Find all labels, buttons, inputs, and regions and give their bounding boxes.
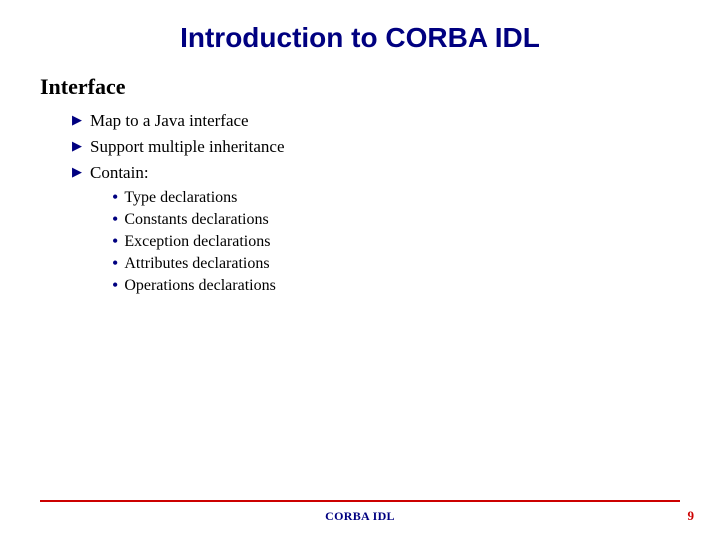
slide-title: Introduction to CORBA IDL <box>0 0 720 54</box>
list-item: ▶ Contain: <box>72 162 680 184</box>
level2-list: • Type declarations • Constants declarat… <box>112 188 680 296</box>
list-item: ▶ Map to a Java interface <box>72 110 680 132</box>
dot-bullet-icon: • <box>112 210 118 228</box>
triangle-bullet-icon: ▶ <box>72 110 82 130</box>
dot-bullet-icon: • <box>112 232 118 250</box>
dot-bullet-icon: • <box>112 254 118 272</box>
list-item: • Type declarations <box>112 188 680 208</box>
list-item-text: Map to a Java interface <box>90 110 249 132</box>
triangle-bullet-icon: ▶ <box>72 162 82 182</box>
triangle-bullet-icon: ▶ <box>72 136 82 156</box>
footer-label: CORBA IDL <box>0 509 720 524</box>
dot-bullet-icon: • <box>112 276 118 294</box>
content-area: Interface ▶ Map to a Java interface ▶ Su… <box>0 54 720 296</box>
list-item-text: Support multiple inheritance <box>90 136 285 158</box>
list-item: • Constants declarations <box>112 210 680 230</box>
list-item-text: Exception declarations <box>124 232 270 252</box>
list-item-text: Attributes declarations <box>124 254 269 274</box>
list-item-text: Contain: <box>90 162 149 184</box>
list-item-text: Constants declarations <box>124 210 268 230</box>
list-item: ▶ Support multiple inheritance <box>72 136 680 158</box>
list-item-text: Type declarations <box>124 188 237 208</box>
page-number: 9 <box>688 508 695 524</box>
list-item: • Exception declarations <box>112 232 680 252</box>
list-item: • Operations declarations <box>112 276 680 296</box>
slide: Introduction to CORBA IDL Interface ▶ Ma… <box>0 0 720 540</box>
list-item-text: Operations declarations <box>124 276 276 296</box>
section-heading: Interface <box>40 74 680 100</box>
footer-rule <box>40 500 680 502</box>
level1-list: ▶ Map to a Java interface ▶ Support mult… <box>72 110 680 184</box>
list-item: • Attributes declarations <box>112 254 680 274</box>
dot-bullet-icon: • <box>112 188 118 206</box>
